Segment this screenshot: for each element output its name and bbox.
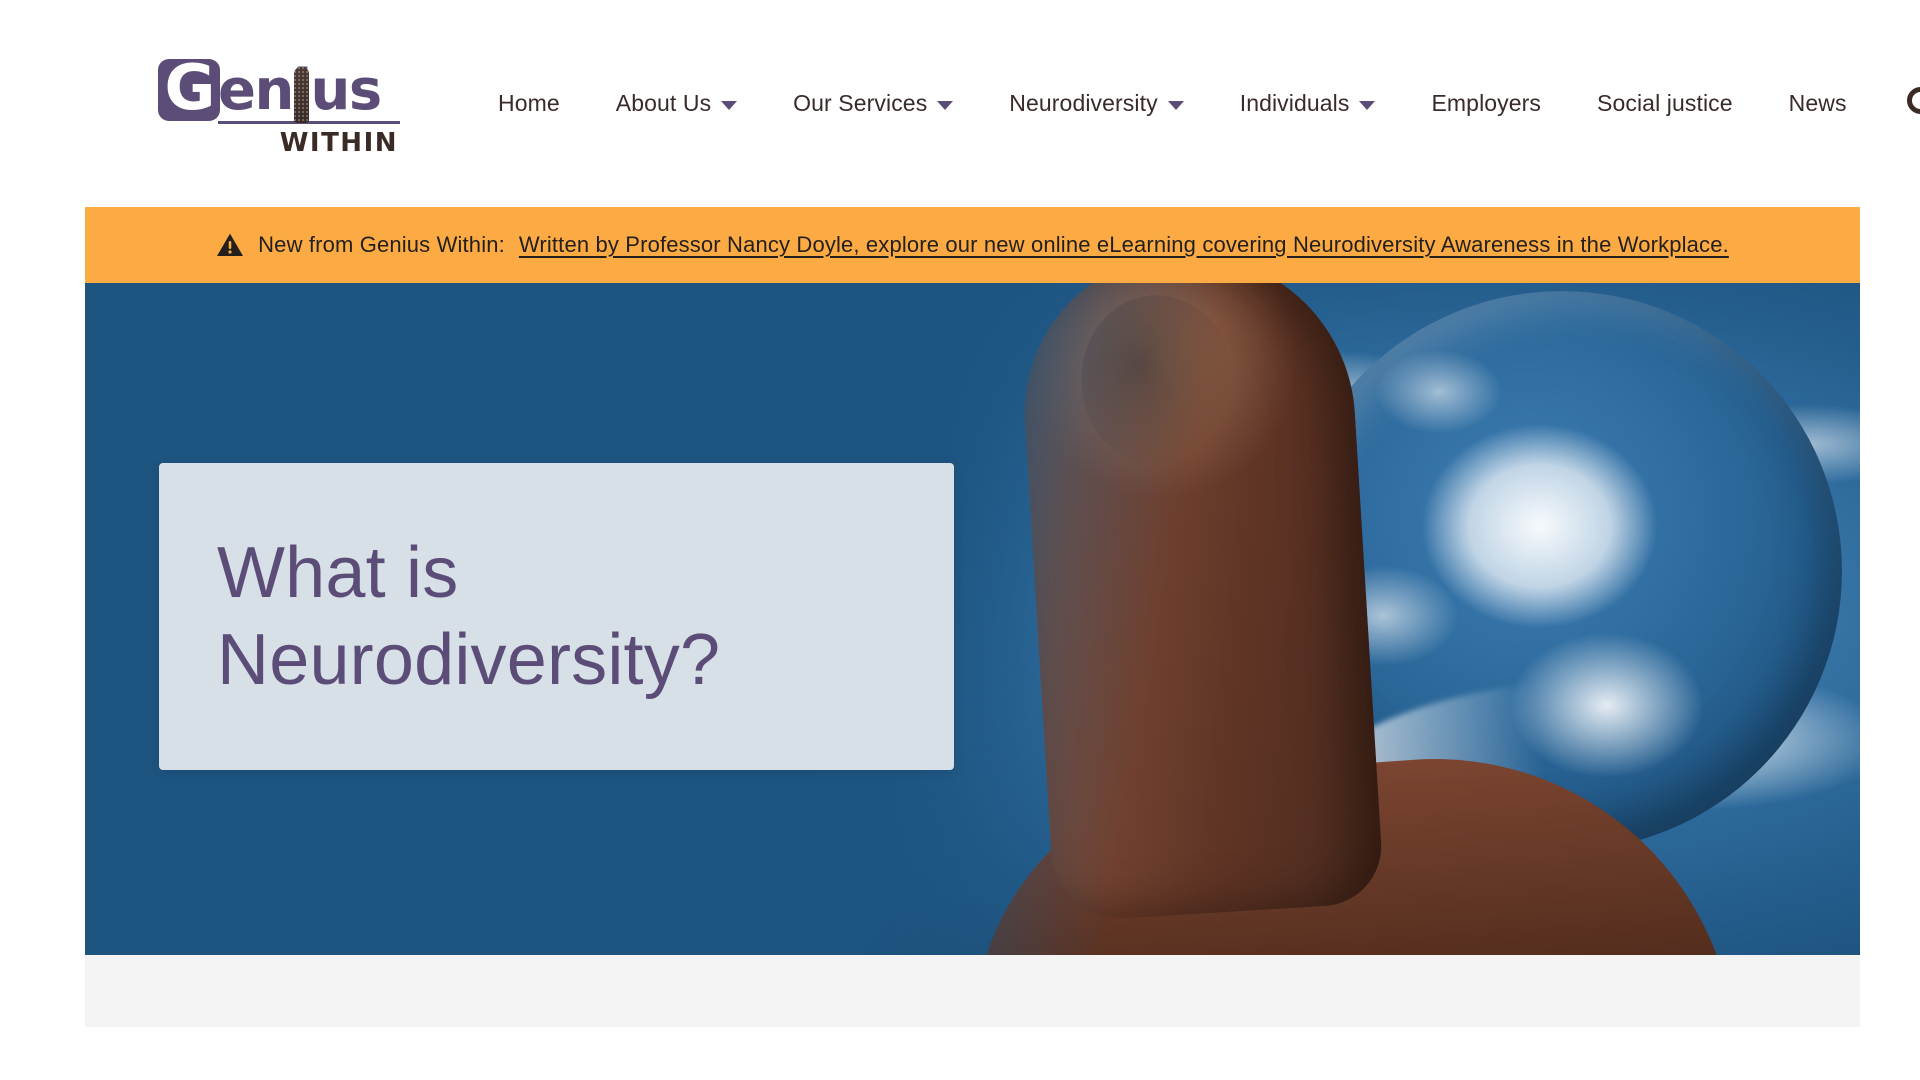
hero-caption-card: What is Neurodiversity? xyxy=(159,463,954,770)
search-icon xyxy=(1906,86,1920,114)
logo-word: enius xyxy=(218,63,382,123)
hero-section: What is Neurodiversity? xyxy=(85,283,1860,955)
header-inner: G enius WITHIN Home About Us xyxy=(0,49,1920,158)
nav-item-about-us[interactable]: About Us xyxy=(588,90,765,117)
site-logo[interactable]: G enius WITHIN xyxy=(158,49,400,158)
page-title: What is Neurodiversity? xyxy=(217,533,721,700)
page-root: G enius WITHIN Home About Us xyxy=(0,0,1920,1080)
chevron-down-icon xyxy=(721,100,738,110)
content-section-placeholder xyxy=(85,955,1860,1027)
chevron-down-icon xyxy=(937,100,954,110)
nav-label: About Us xyxy=(615,90,712,116)
nav-item-neurodiversity[interactable]: Neurodiversity xyxy=(981,90,1211,117)
search-button[interactable] xyxy=(1901,81,1920,127)
logo-wordmark: G enius xyxy=(158,49,400,124)
nav-label: Social justice xyxy=(1597,90,1733,116)
announcement-prefix: New from Genius Within: xyxy=(258,232,505,257)
nav-label: Our Services xyxy=(793,90,928,116)
warning-triangle-icon xyxy=(216,232,244,258)
site-header: G enius WITHIN Home About Us xyxy=(0,0,1920,207)
nav-label: Employers xyxy=(1431,90,1542,116)
logo-person-icon xyxy=(294,67,309,123)
nav-item-social-justice[interactable]: Social justice xyxy=(1569,90,1761,117)
announcement-banner: New from Genius Within: Written by Profe… xyxy=(85,207,1860,283)
nav-item-home[interactable]: Home xyxy=(470,90,588,117)
nav-item-employers[interactable]: Employers xyxy=(1403,90,1569,117)
chevron-down-icon xyxy=(1359,100,1376,110)
nav-item-news[interactable]: News xyxy=(1761,90,1875,117)
main-navigation: Home About Us Our Services Neurodiversit… xyxy=(470,81,1920,127)
nav-label: Individuals xyxy=(1239,90,1350,116)
logo-subtext: WITHIN xyxy=(279,128,398,158)
nav-item-individuals[interactable]: Individuals xyxy=(1212,90,1404,117)
nav-label: Home xyxy=(498,90,560,116)
nav-label: News xyxy=(1788,90,1847,116)
nav-item-our-services[interactable]: Our Services xyxy=(765,90,981,117)
logo-g-tile: G xyxy=(158,50,220,124)
announcement-link[interactable]: Written by Professor Nancy Doyle, explor… xyxy=(519,232,1729,258)
nav-label: Neurodiversity xyxy=(1009,90,1158,116)
chevron-down-icon xyxy=(1167,100,1184,110)
logo-g-letter: G xyxy=(164,50,216,124)
